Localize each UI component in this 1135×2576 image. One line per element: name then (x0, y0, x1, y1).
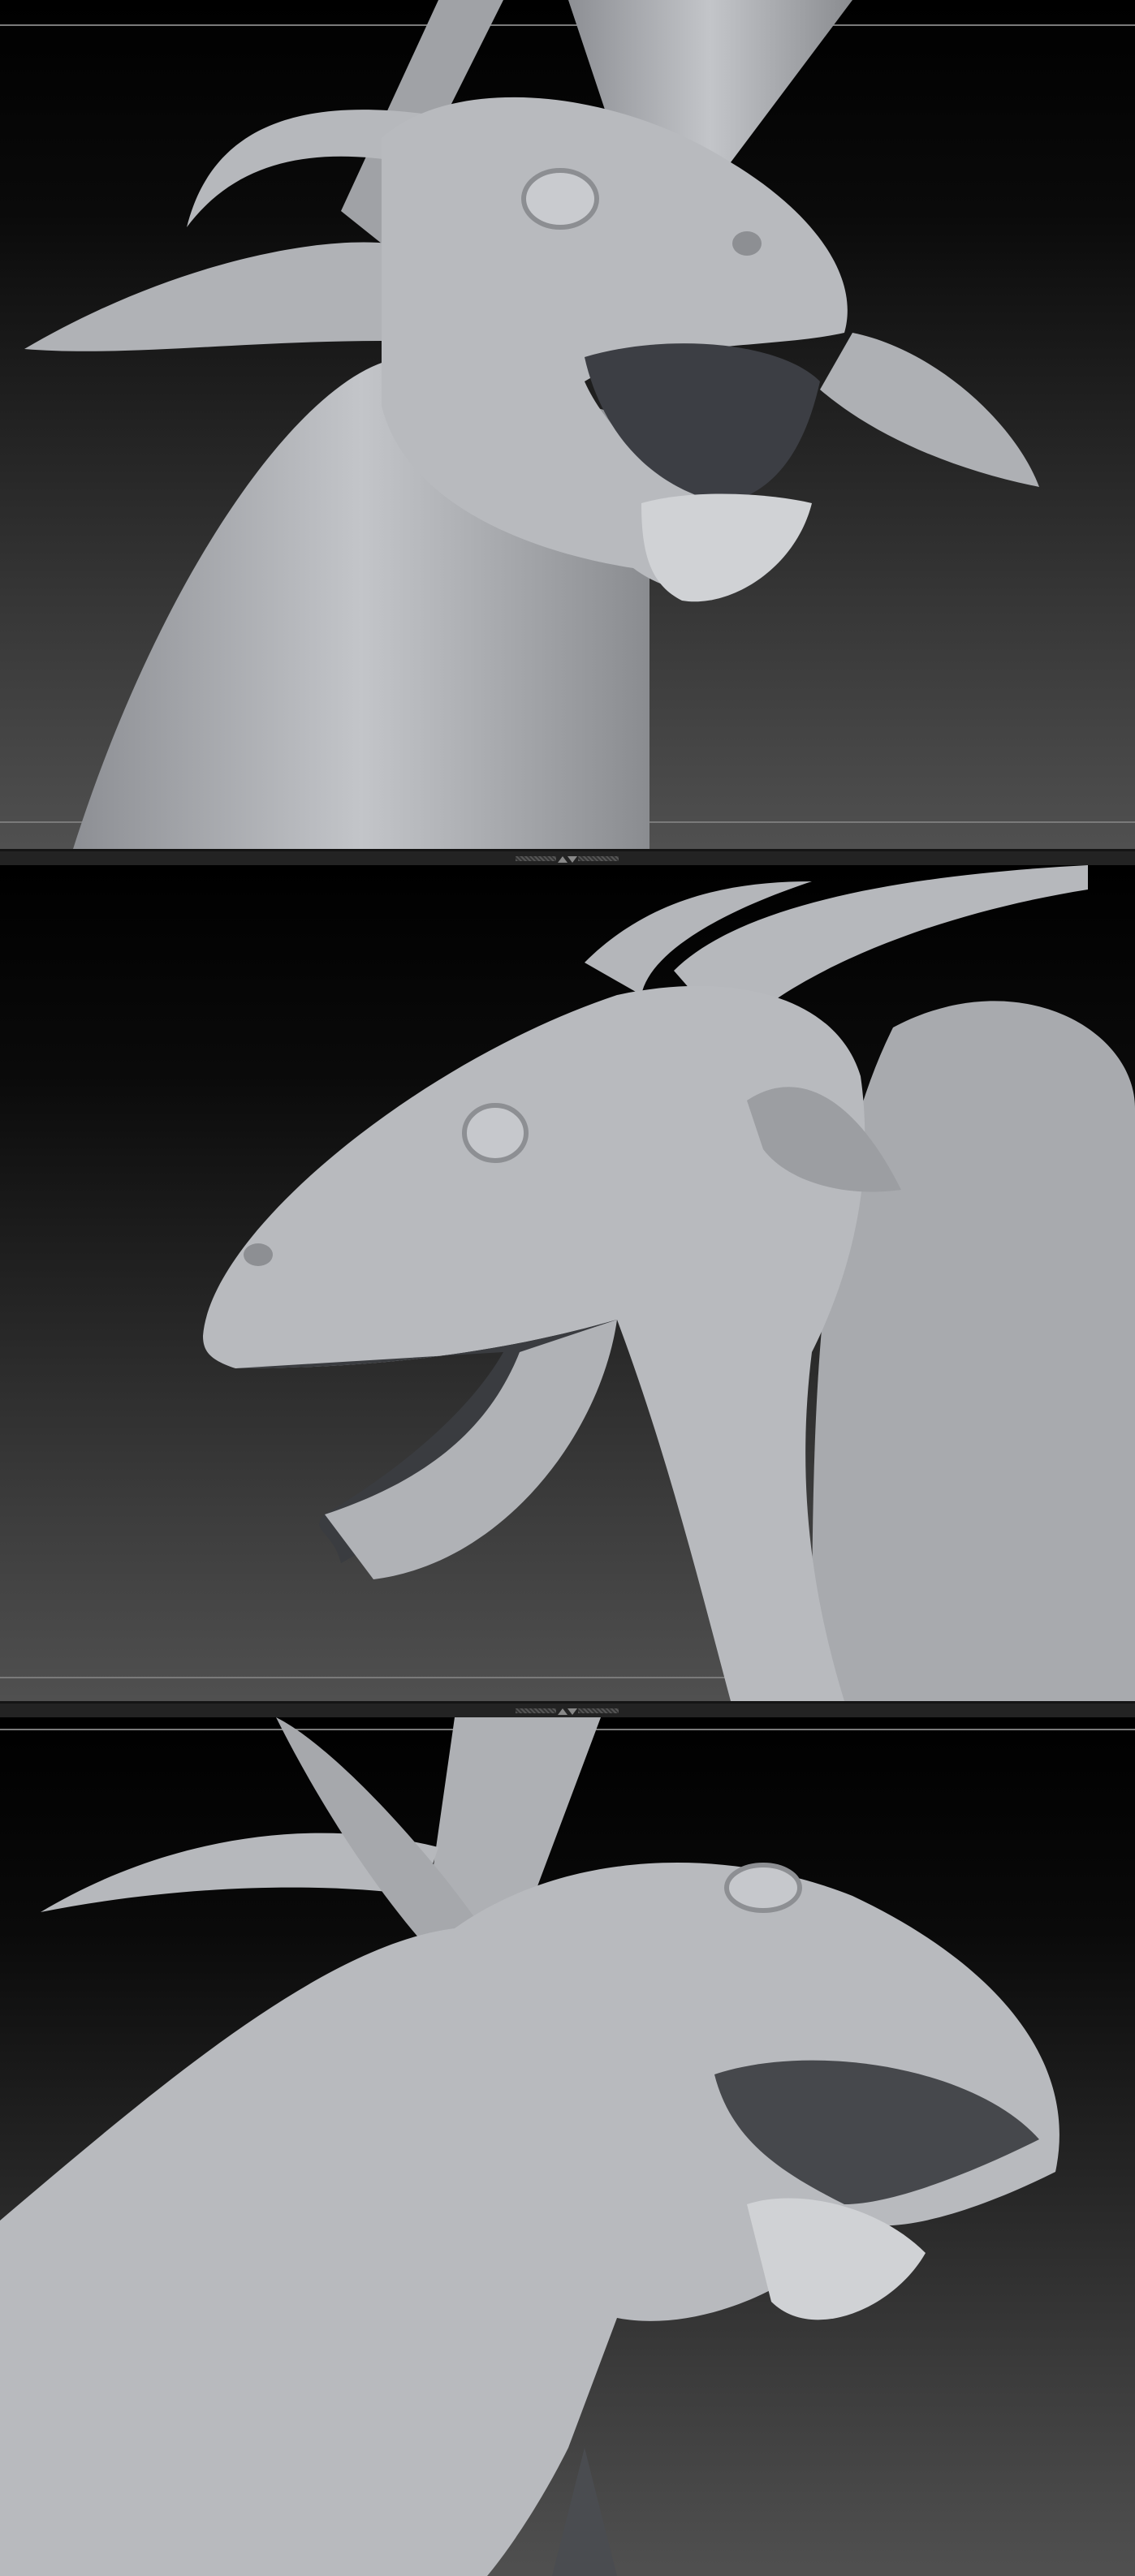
resize-grip[interactable] (578, 1708, 619, 1713)
viewport-divider[interactable] (0, 849, 1135, 865)
expand-collapse-arrows-icon[interactable] (558, 855, 577, 863)
viewport-divider[interactable] (0, 1701, 1135, 1717)
resize-grip[interactable] (516, 856, 556, 861)
viewport-3[interactable] (0, 1717, 1135, 2576)
viewport-2[interactable] (0, 865, 1135, 1701)
expand-collapse-arrows-icon[interactable] (558, 1707, 577, 1715)
resize-grip[interactable] (516, 1708, 556, 1713)
dragon-sculpt-side (203, 865, 1135, 1701)
dragon-sculpt-low-angle (0, 1717, 1059, 2576)
resize-grip[interactable] (578, 856, 619, 861)
viewport-1[interactable] (0, 0, 1135, 849)
dragon-sculpt-front (24, 0, 1039, 849)
